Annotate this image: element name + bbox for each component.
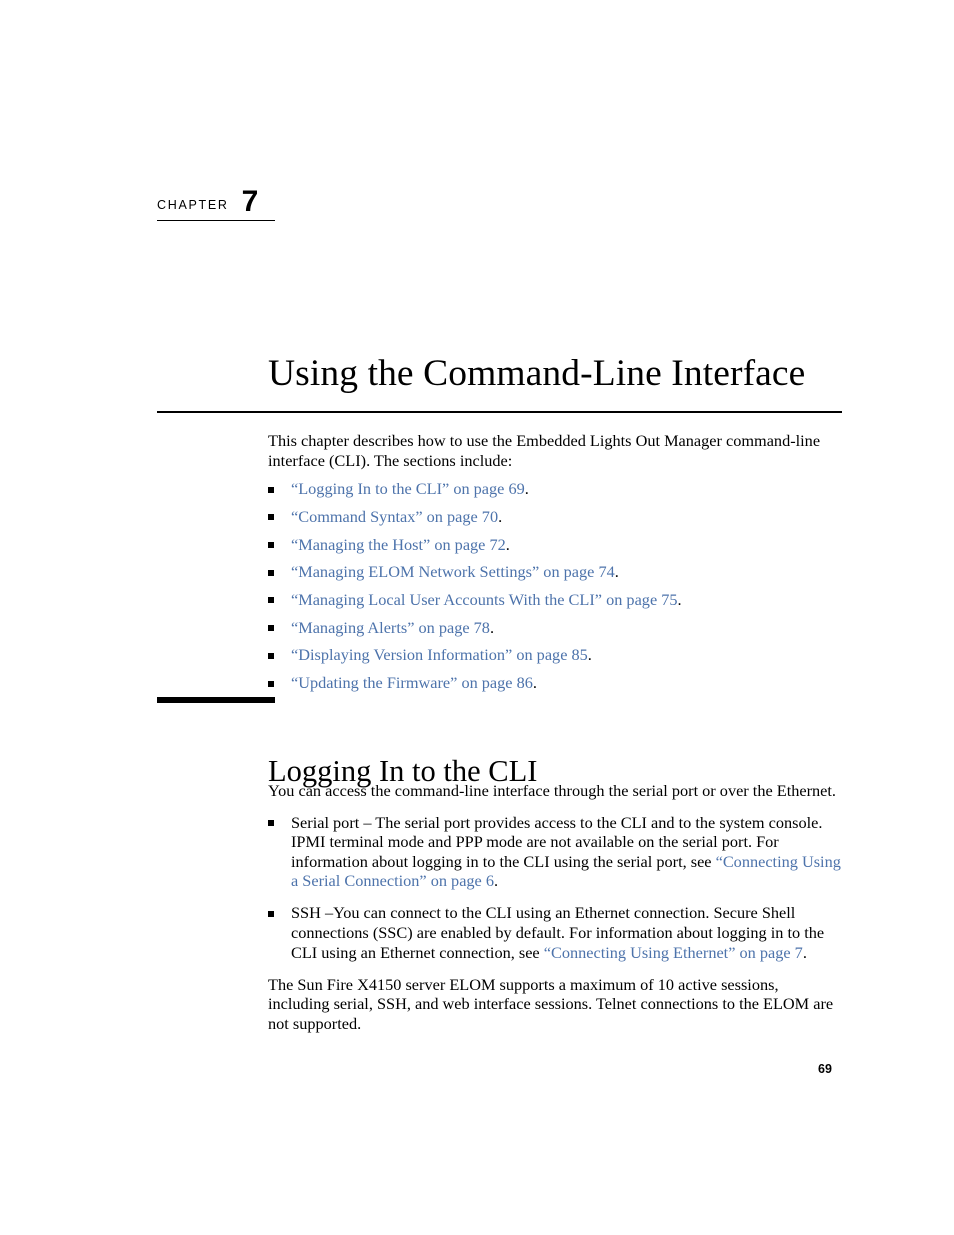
inline-xref-link[interactable]: “Connecting Using Ethernet” on page 7 [544,943,803,962]
toc-link[interactable]: “Updating the Firmware” on page 86 [291,673,533,692]
list-item: “Command Syntax” on page 70. [268,507,844,527]
chapter-contents-list: “Logging In to the CLI” on page 69. “Com… [268,479,844,692]
intro-block: This chapter describes how to use the Em… [268,431,844,701]
list-item: “Updating the Firmware” on page 86. [268,673,844,693]
toc-trailing-period: . [505,534,510,554]
section-rule [157,697,275,703]
section-closing-paragraph: The Sun Fire X4150 server ELOM supports … [268,974,834,1033]
section-body: You can access the command-line interfac… [268,781,844,1034]
toc-link[interactable]: “Managing the Host” on page 72 [291,535,506,554]
chapter-label-block: CHAPTER 7 [157,185,275,221]
chapter-number: 7 [241,185,259,218]
list-item: Serial port – The serial port provides a… [268,813,844,891]
list-item: “Managing ELOM Network Settings” on page… [268,562,844,582]
square-bullet-icon [268,680,274,687]
square-bullet-icon [268,514,274,521]
chapter-label-row: CHAPTER 7 [157,185,275,221]
square-bullet-icon [268,625,274,632]
list-item: “Logging In to the CLI” on page 69. [268,479,844,499]
square-bullet-icon [268,486,274,493]
toc-trailing-period: . [532,673,537,692]
list-item: “Displaying Version Information” on page… [268,645,844,665]
toc-trailing-period: . [498,506,503,526]
section-intro-paragraph: You can access the command-line interfac… [268,781,836,800]
toc-link[interactable]: “Command Syntax” on page 70 [291,507,498,526]
toc-link[interactable]: “Managing Local User Accounts With the C… [291,590,678,609]
toc-trailing-period: . [524,479,529,499]
square-bullet-icon [268,597,274,604]
toc-trailing-period: . [489,617,495,637]
list-item: SSH –You can connect to the CLI using an… [268,903,844,962]
intro-paragraph: This chapter describes how to use the Em… [268,431,821,470]
list-item: “Managing Alerts” on page 78. [268,618,844,638]
square-bullet-icon [268,820,274,827]
list-item: “Managing Local User Accounts With the C… [268,590,844,610]
square-bullet-icon [268,652,274,659]
bullet-text-after: . [802,942,807,962]
toc-link[interactable]: “Logging In to the CLI” on page 69 [291,479,525,498]
square-bullet-icon [268,542,274,549]
toc-link[interactable]: “Managing Alerts” on page 78 [291,618,490,637]
toc-link[interactable]: “Managing ELOM Network Settings” on page… [291,562,615,581]
page-number: 69 [818,1062,832,1076]
chapter-title: Using the Command-Line Interface [268,353,806,395]
square-bullet-icon [268,569,274,576]
access-method-list: Serial port – The serial port provides a… [268,813,844,963]
toc-trailing-period: . [677,589,682,609]
toc-trailing-period: . [587,645,592,665]
toc-link[interactable]: “Displaying Version Information” on page… [291,645,588,664]
document-page: CHAPTER 7 Using the Command-Line Interfa… [0,0,954,1235]
bullet-text-after: . [494,871,499,891]
list-item: “Managing the Host” on page 72. [268,535,844,555]
chapter-word: CHAPTER [157,198,229,212]
square-bullet-icon [268,910,274,917]
toc-trailing-period: . [614,562,619,582]
title-divider [157,411,842,413]
